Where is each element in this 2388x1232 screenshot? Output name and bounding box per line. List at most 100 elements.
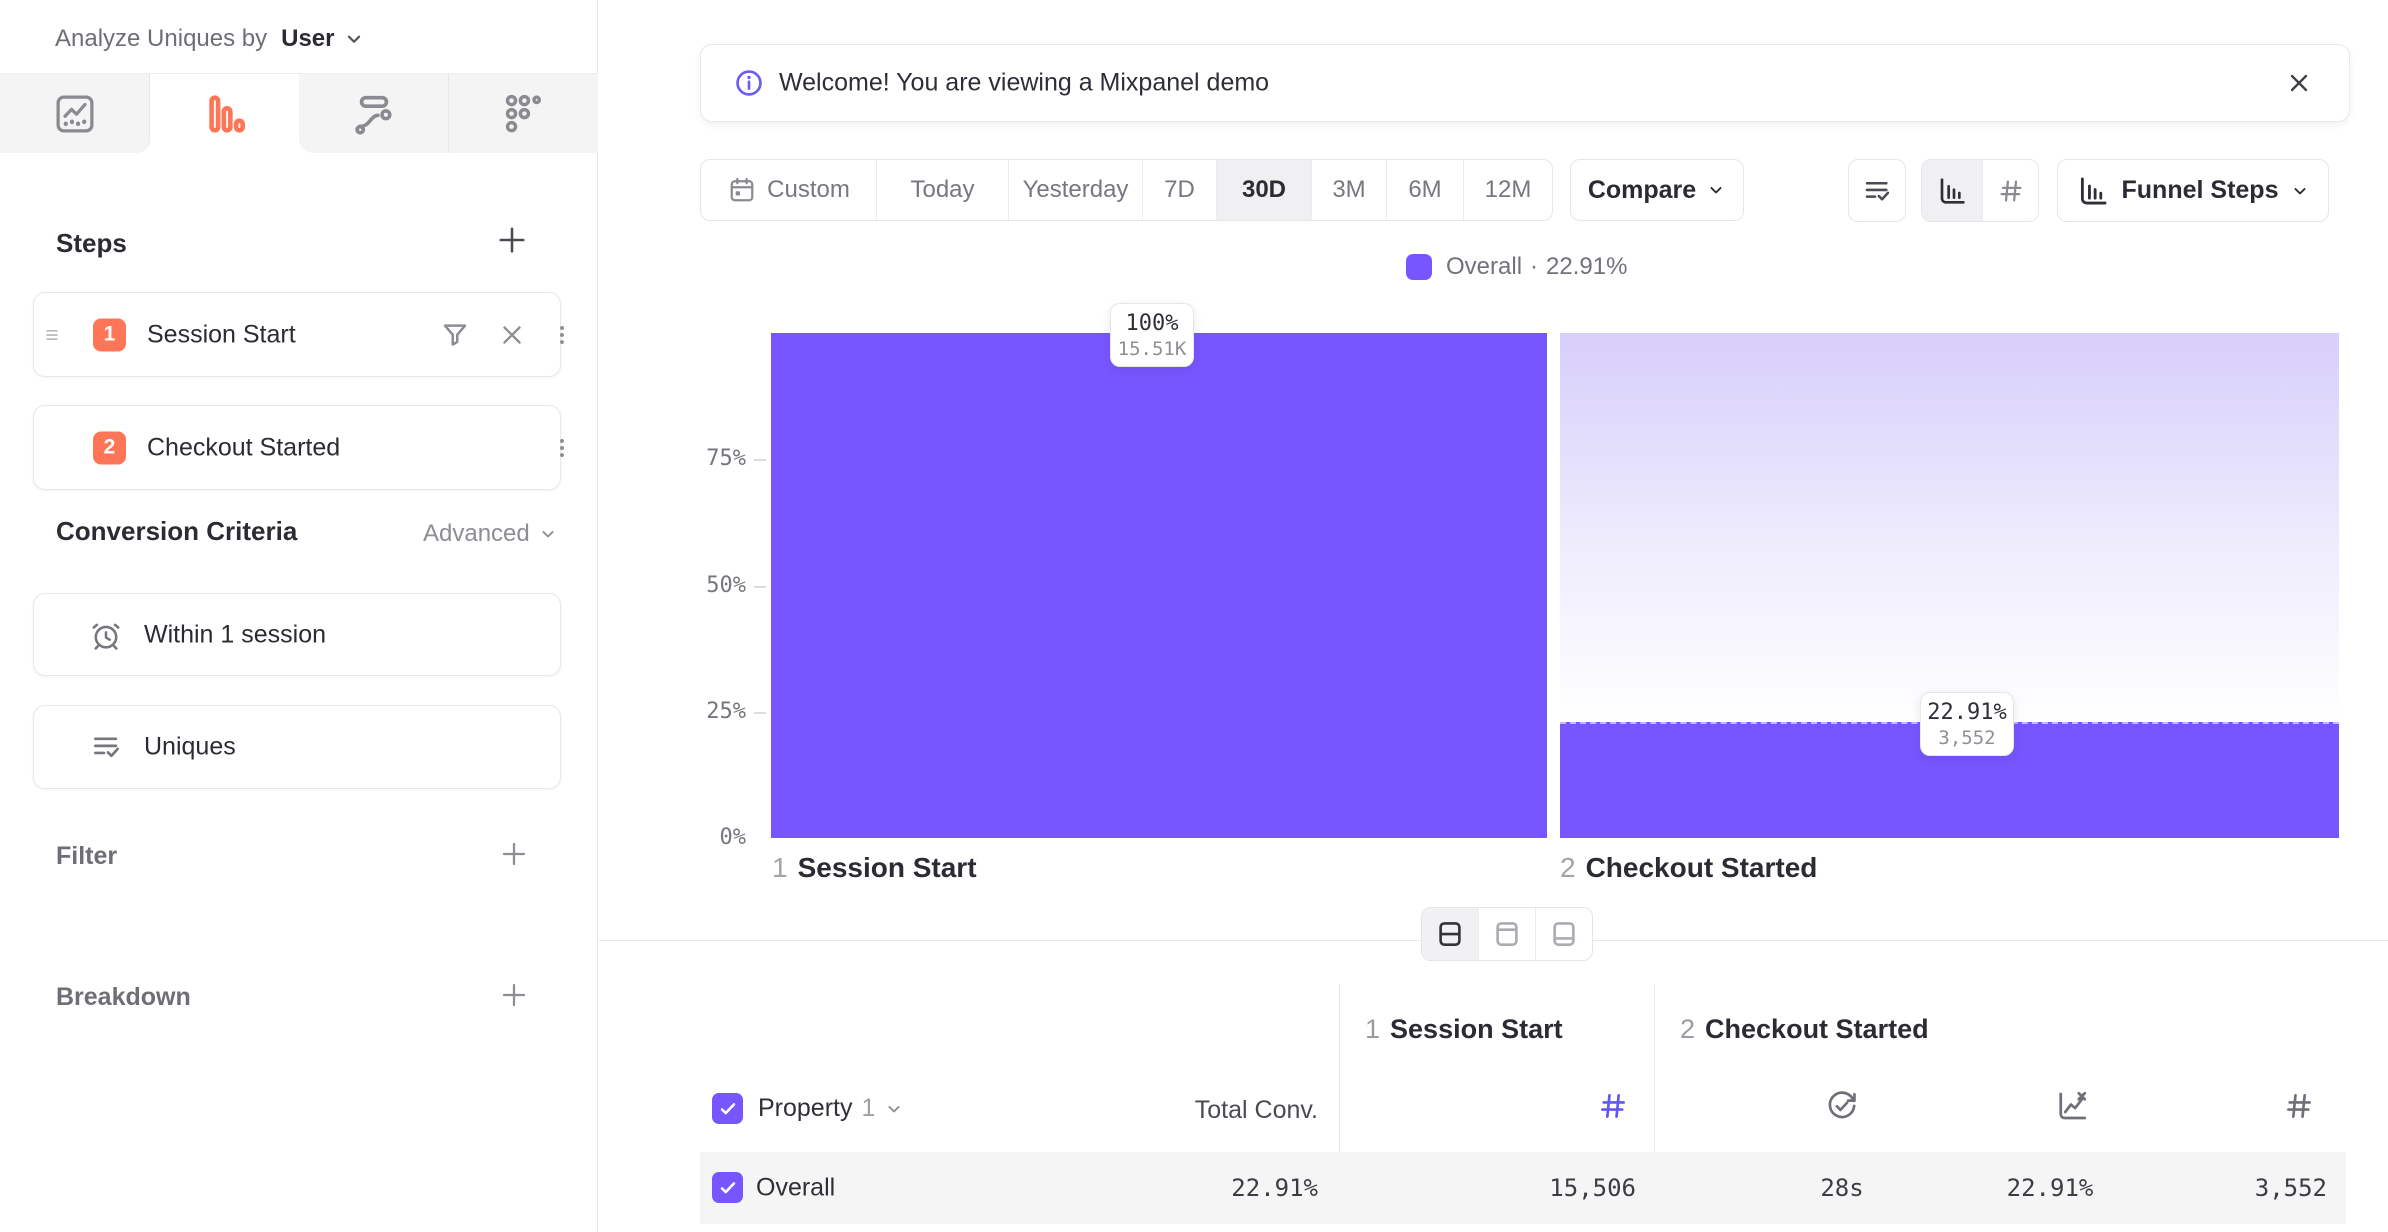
axis-tick-mark <box>754 712 766 714</box>
drag-handle-icon[interactable] <box>42 325 62 345</box>
select-all-checkbox[interactable] <box>712 1093 743 1124</box>
analyze-by-label: Analyze Uniques by <box>55 25 267 53</box>
table-row-overall[interactable]: Overall 22.91% 15,506 28s 22.91% 3,552 <box>700 1152 2346 1224</box>
step-label[interactable]: Checkout Started <box>147 433 340 462</box>
conv-rate-value: 22.91% <box>1960 1174 2140 1202</box>
table-group-step-2: 2 Checkout Started <box>1680 1014 1929 1045</box>
date-range-6m[interactable]: 6M <box>1387 160 1464 220</box>
x-axis-label-step-1: 1 Session Start <box>772 852 977 884</box>
count-metric-icon[interactable] <box>2282 1089 2316 1123</box>
funnel-bars-icon <box>2076 174 2110 208</box>
tab-apps-grid[interactable] <box>449 74 598 153</box>
step-filter-button[interactable] <box>439 319 471 351</box>
tab-funnels[interactable] <box>150 74 299 153</box>
dropoff-chart-icon[interactable] <box>2054 1088 2090 1124</box>
property-index: 1 <box>861 1094 875 1123</box>
funnels-icon <box>202 91 248 137</box>
add-breakdown-button[interactable] <box>498 979 530 1011</box>
check-icon <box>717 1177 739 1199</box>
step2-count-value: 3,552 <box>2127 1174 2327 1202</box>
date-range-custom[interactable]: Custom <box>701 160 877 220</box>
chevron-down-icon <box>2290 181 2310 201</box>
plus-icon <box>498 838 530 870</box>
chart-view-icon <box>1492 919 1522 949</box>
analyze-by-value: User <box>281 25 334 53</box>
chevron-down-icon <box>884 1099 904 1119</box>
flows-icon <box>351 91 397 137</box>
axis-tick-mark <box>754 459 766 461</box>
value-mode-toggle <box>1921 159 2039 222</box>
avg-time-icon[interactable] <box>1824 1088 1860 1124</box>
tab-flows[interactable] <box>299 74 449 153</box>
axis-tick-mark <box>754 586 766 588</box>
grid-dots-icon <box>501 91 547 137</box>
sidebar: Analyze Uniques by User <box>0 0 598 1232</box>
total-conv-header[interactable]: Total Conv. <box>1098 1096 1318 1125</box>
step1-count-value: 15,506 <box>1436 1174 1636 1202</box>
step-card-1[interactable]: 1 Session Start <box>33 292 561 377</box>
date-range-label: Custom <box>767 176 850 204</box>
step-number: 1 <box>772 852 788 884</box>
percent-bars-mode[interactable] <box>1922 160 1982 221</box>
date-range-yesterday[interactable]: Yesterday <box>1009 160 1143 220</box>
absolute-numbers-mode[interactable] <box>1982 160 2038 221</box>
total-conv-value: 22.91% <box>1118 1174 1318 1202</box>
date-range-label: Yesterday <box>1023 176 1129 204</box>
row-checkbox[interactable] <box>712 1172 743 1203</box>
layout-toggle <box>1421 907 1593 961</box>
conversion-criteria-title: Conversion Criteria <box>56 516 297 547</box>
step-menu-button[interactable] <box>549 435 575 461</box>
add-step-button[interactable] <box>494 222 530 258</box>
compare-button[interactable]: Compare <box>1570 159 1744 221</box>
step-menu-button[interactable] <box>549 322 575 348</box>
date-range-30d[interactable]: 30D <box>1217 160 1312 220</box>
row-label: Overall <box>756 1174 835 1203</box>
date-range-3m[interactable]: 3M <box>1312 160 1387 220</box>
filter-section-title: Filter <box>56 842 117 871</box>
chart-view-label: Funnel Steps <box>2122 176 2279 205</box>
tab-insights[interactable] <box>0 74 150 153</box>
step-label[interactable]: Session Start <box>147 320 296 349</box>
property-dropdown[interactable]: Property 1 <box>758 1093 904 1124</box>
analyze-by-dropdown[interactable]: User <box>281 25 364 53</box>
chart-legend[interactable]: Overall · 22.91% <box>1406 253 1627 281</box>
date-range-label: 6M <box>1408 176 1441 204</box>
chart-view-dropdown[interactable]: Funnel Steps <box>2057 159 2329 222</box>
group-number: 1 <box>1365 1014 1380 1045</box>
count-metric-icon[interactable] <box>1596 1089 1630 1123</box>
tooltip-percent: 22.91% <box>1927 700 2006 725</box>
tooltip-count: 3,552 <box>1938 727 1995 749</box>
step-card-2[interactable]: 2 Checkout Started <box>33 405 561 490</box>
banner-close-button[interactable] <box>2285 69 2313 97</box>
date-range-label: 7D <box>1164 176 1195 204</box>
uniques-metric-button[interactable] <box>1848 159 1906 222</box>
counting-method-button[interactable]: Uniques <box>33 705 561 789</box>
step-remove-button[interactable] <box>497 320 527 350</box>
legend-swatch <box>1406 254 1432 280</box>
step-number: 2 <box>1560 852 1576 884</box>
date-range-7d[interactable]: 7D <box>1143 160 1217 220</box>
add-filter-button[interactable] <box>498 838 530 870</box>
y-axis-tick: 0% <box>690 824 746 852</box>
plus-icon <box>494 222 530 258</box>
calendar-icon <box>727 175 757 205</box>
legend-series-value: 22.91% <box>1546 253 1627 281</box>
chevron-down-icon <box>538 524 558 544</box>
date-range-12m[interactable]: 12M <box>1464 160 1552 220</box>
breakdown-section-title: Breakdown <box>56 983 191 1012</box>
filter-funnel-icon <box>439 319 471 351</box>
advanced-dropdown[interactable]: Advanced <box>423 520 558 548</box>
table-group-step-1: 1 Session Start <box>1365 1014 1563 1045</box>
conversion-window-button[interactable]: Within 1 session <box>33 593 561 676</box>
funnel-bar-step-2[interactable] <box>1560 333 2339 838</box>
analyze-by-row: Analyze Uniques by User <box>55 22 365 56</box>
tooltip-percent: 100% <box>1126 311 1179 336</box>
date-range-today[interactable]: Today <box>877 160 1009 220</box>
layout-table-view[interactable] <box>1536 908 1592 960</box>
hash-icon <box>1996 176 2026 206</box>
list-check-icon <box>1861 175 1893 207</box>
funnel-bar-step-1[interactable] <box>771 333 1547 838</box>
bar-tooltip-step-1: 100% 15.51K <box>1110 303 1194 367</box>
layout-split-view[interactable] <box>1422 908 1479 960</box>
layout-chart-view[interactable] <box>1479 908 1536 960</box>
